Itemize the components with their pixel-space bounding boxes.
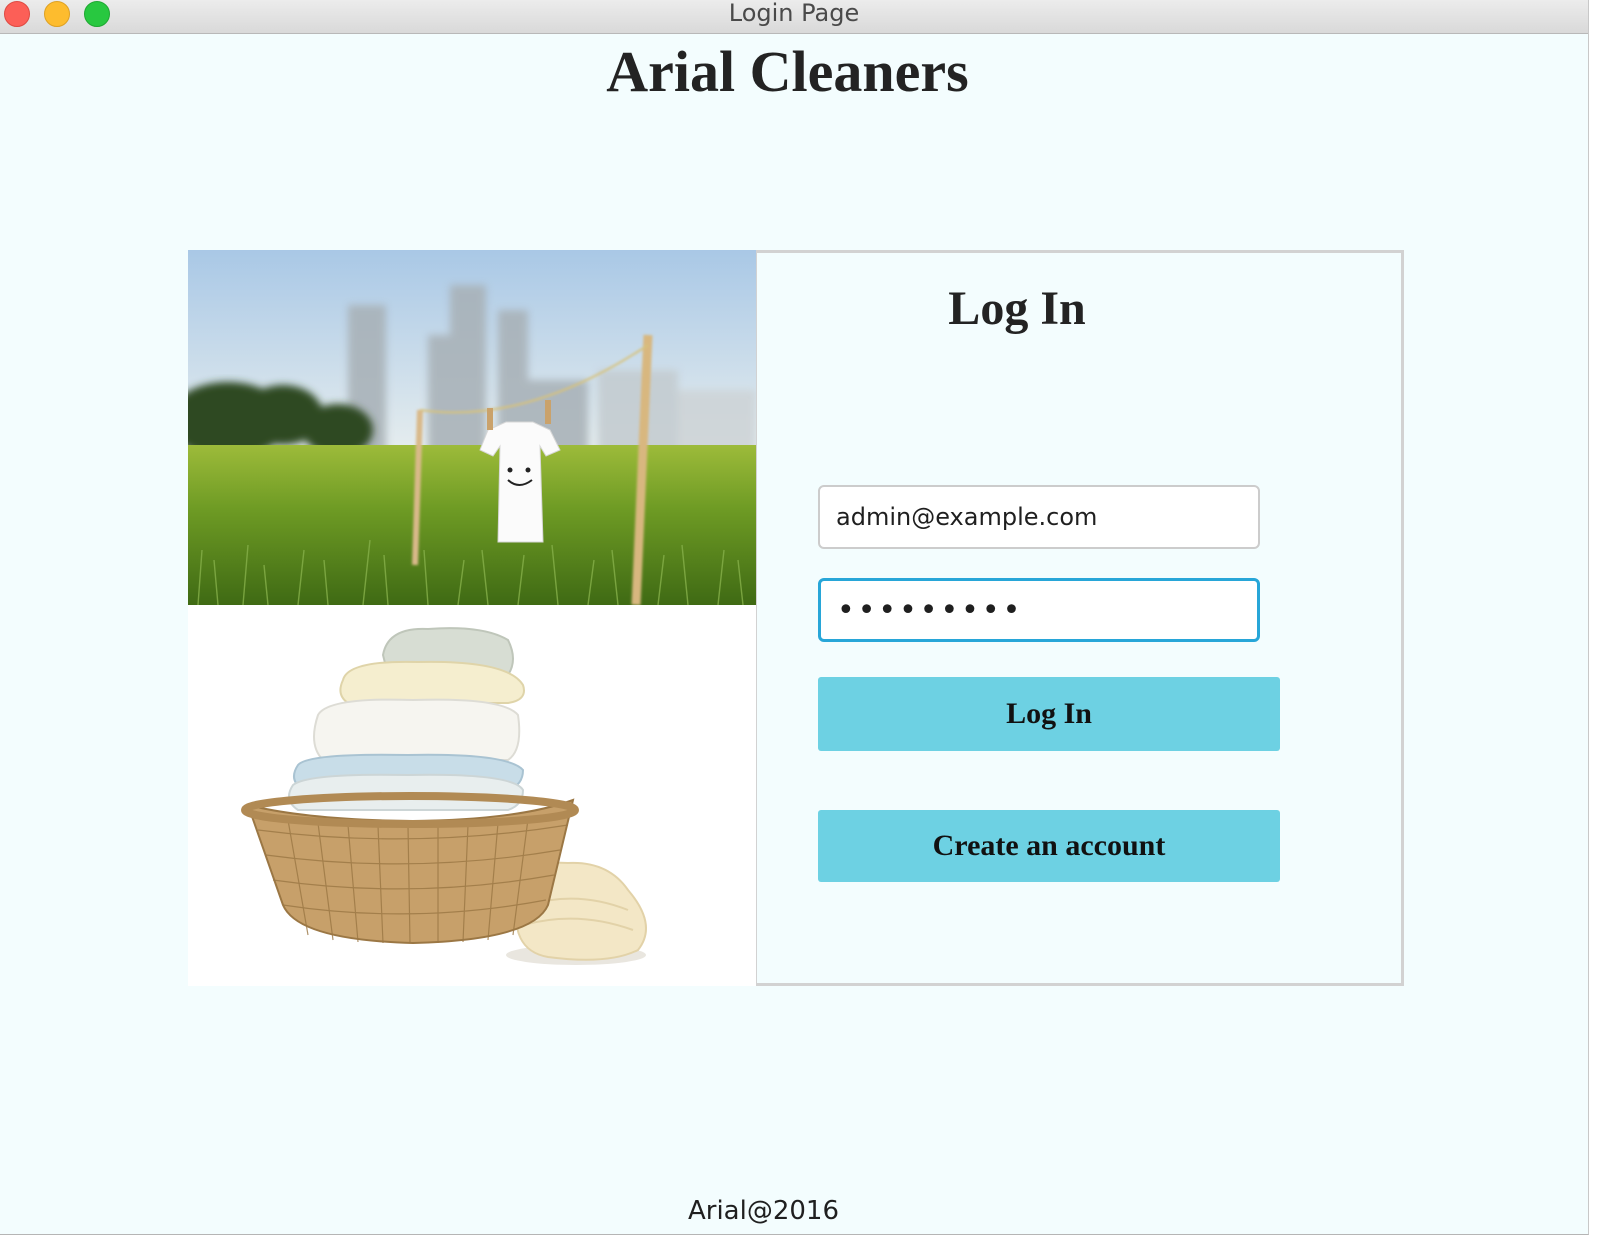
- email-field[interactable]: [818, 485, 1260, 549]
- login-button[interactable]: Log In: [818, 677, 1280, 751]
- app-title: Arial Cleaners: [606, 39, 969, 104]
- login-heading: Log In: [948, 282, 1086, 335]
- create-account-button[interactable]: Create an account: [818, 810, 1280, 882]
- window-title: Login Page: [728, 0, 860, 27]
- title-bar[interactable]: Login Page: [0, 0, 1588, 34]
- clothesline-photo: [188, 250, 756, 605]
- app-window: Login Page Arial Cleaners Log In admin@e…: [0, 0, 1589, 1235]
- password-field[interactable]: [818, 578, 1260, 642]
- hero-images: [188, 250, 756, 986]
- laundry-basket-photo: [188, 605, 756, 986]
- footer-copyright: Arial@2016: [687, 1196, 840, 1226]
- login-panel: Log In Log In Create an account: [756, 250, 1404, 986]
